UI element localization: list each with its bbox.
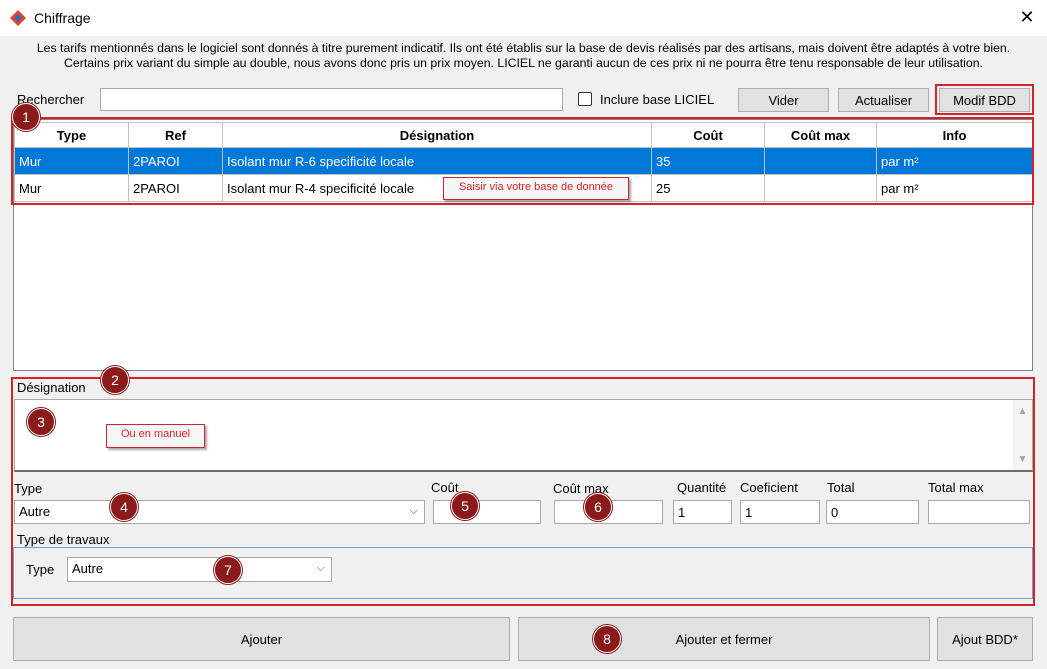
annotation-badge-6: 6 xyxy=(584,493,612,521)
annotation-badge-3: 3 xyxy=(27,408,55,436)
disclaimer-text: Les tarifs mentionnés dans le logiciel s… xyxy=(0,41,1047,71)
annotation-badge-4: 4 xyxy=(110,493,138,521)
total-label: Total xyxy=(827,480,855,495)
total-input[interactable] xyxy=(826,500,919,524)
coef-label: Coeficient xyxy=(740,480,798,495)
add-db-button[interactable]: Ajout BDD* xyxy=(937,617,1033,661)
refresh-button[interactable]: Actualiser xyxy=(838,88,929,112)
note-database: Saisir via votre base de donnée xyxy=(443,177,629,200)
total-max-input[interactable] xyxy=(928,500,1030,524)
designation-scrollbar[interactable]: ▲ ▼ xyxy=(1013,400,1032,470)
type-select[interactable]: Autre ⌵ xyxy=(14,500,425,524)
title-bar: Chiffrage ✕ xyxy=(0,0,1047,36)
annotation-badge-5: 5 xyxy=(451,492,479,520)
annotation-badge-8: 8 xyxy=(593,625,621,653)
annotation-badge-1: 1 xyxy=(12,103,40,131)
note-manual: Ou en manuel xyxy=(106,424,205,448)
quantite-input[interactable] xyxy=(673,500,732,524)
disclaimer-line-1: Les tarifs mentionnés dans le logiciel s… xyxy=(36,41,1011,55)
cout-input[interactable] xyxy=(433,500,541,524)
close-icon[interactable]: ✕ xyxy=(1016,6,1038,28)
quantite-label: Quantité xyxy=(677,480,727,495)
add-button[interactable]: Ajouter xyxy=(13,617,510,661)
designation-label: Désignation xyxy=(17,380,86,395)
total-max-label: Total max xyxy=(928,480,984,495)
modif-bdd-button[interactable]: Modif BDD xyxy=(939,88,1030,112)
scroll-up-icon[interactable]: ▲ xyxy=(1014,406,1031,417)
include-liciel-label: Inclure base LICIEL xyxy=(600,92,715,107)
clear-button[interactable]: Vider xyxy=(738,88,829,112)
chevron-down-icon: ⌵ xyxy=(316,562,325,574)
search-input[interactable] xyxy=(100,88,563,111)
scroll-down-icon[interactable]: ▼ xyxy=(1014,454,1031,465)
cout-label: Coût xyxy=(431,480,459,495)
type-label: Type xyxy=(14,481,43,496)
travaux-type-value: Autre xyxy=(72,561,104,576)
include-liciel-checkbox[interactable] xyxy=(578,92,592,106)
type-select-value: Autre xyxy=(19,504,51,519)
annotation-badge-7: 7 xyxy=(214,556,242,584)
travaux-type-label: Type xyxy=(26,562,55,577)
coef-input[interactable] xyxy=(740,500,820,524)
travaux-type-select[interactable]: Autre ⌵ xyxy=(67,557,332,582)
add-close-button[interactable]: Ajouter et fermer xyxy=(518,617,930,661)
annotation-badge-2: 2 xyxy=(101,366,129,394)
app-logo-icon xyxy=(10,10,26,26)
travaux-group-label: Type de travaux xyxy=(17,532,110,547)
window-title: Chiffrage xyxy=(34,10,91,26)
disclaimer-line-2: Certains prix variant du simple au doubl… xyxy=(64,56,983,70)
chevron-down-icon: ⌵ xyxy=(409,505,418,517)
